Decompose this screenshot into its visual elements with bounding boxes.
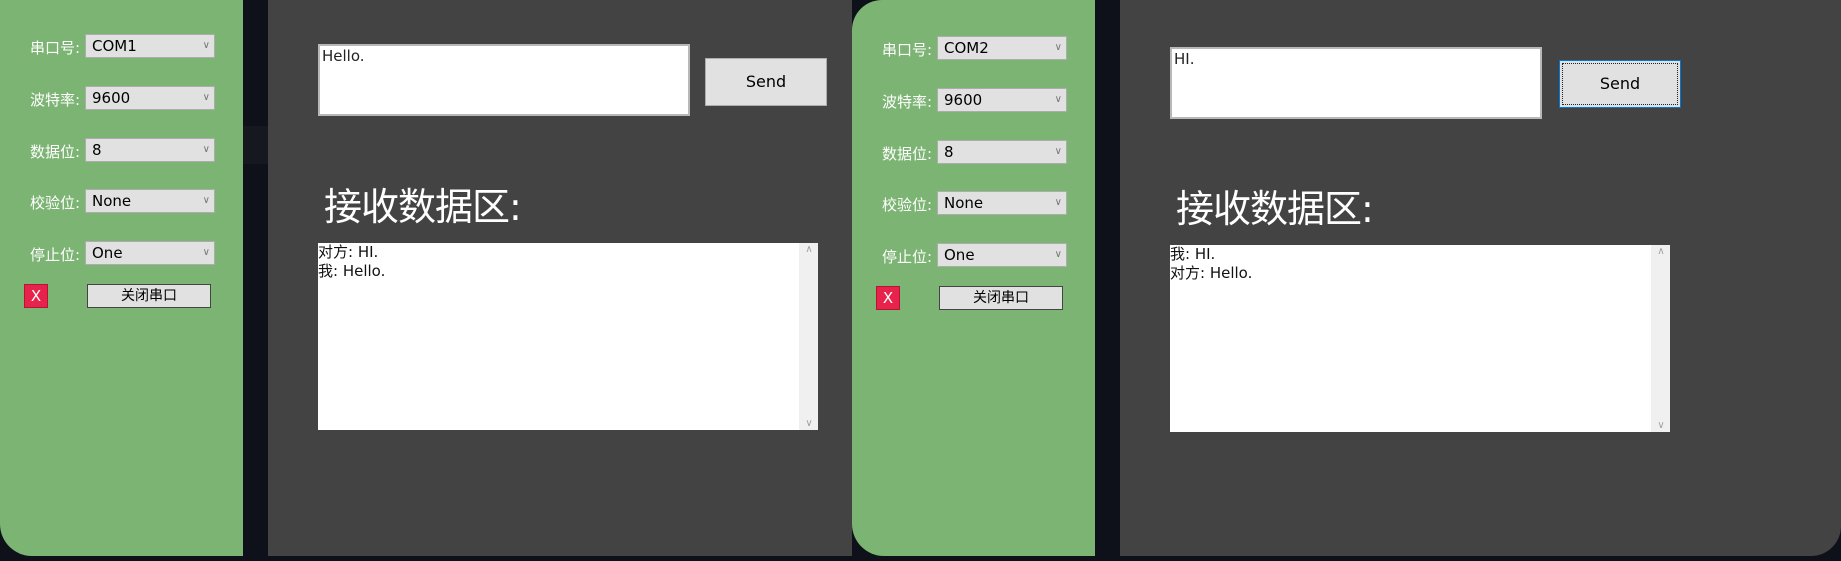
scroll-down-icon[interactable]: ∨	[800, 418, 818, 429]
serial-window-1: 串口号: COM1 ∨ 波特率: 9600 ∨ 数据位: 8 ∨ 校验位: None ∨…	[0, 0, 852, 556]
receive-area[interactable]: 对方: HI. 我: Hello. ∧ ∨	[318, 243, 818, 430]
send-button[interactable]: Send	[705, 58, 827, 106]
port-label: 串口号:	[30, 39, 81, 57]
chevron-down-icon: ∨	[202, 247, 210, 258]
chevron-down-icon: ∨	[1054, 94, 1062, 105]
port-select[interactable]: COM1 ∨	[85, 34, 215, 58]
port-status-indicator[interactable]: X	[24, 284, 48, 308]
received-line: 我: Hello.	[318, 262, 386, 280]
background-strip	[243, 126, 268, 164]
scroll-up-icon[interactable]: ∧	[1652, 246, 1670, 257]
main-pane: Hello. Send 接收数据区: 对方: HI. 我: Hello. ∧ ∨	[268, 0, 852, 556]
serial-window-2: 串口号: COM2 ∨ 波特率: 9600 ∨ 数据位: 8 ∨ 校验位: None ∨…	[852, 0, 1841, 556]
scroll-down-icon[interactable]: ∨	[1652, 420, 1670, 431]
chevron-down-icon: ∨	[202, 40, 210, 51]
databits-select[interactable]: 8 ∨	[85, 138, 215, 162]
chevron-down-icon: ∨	[1054, 249, 1062, 260]
main-pane: HI. Send 接收数据区: 我: HI. 对方: Hello. ∧ ∨	[1120, 0, 1841, 556]
parity-label: 校验位:	[30, 194, 81, 212]
parity-label: 校验位:	[882, 196, 933, 214]
close-port-button[interactable]: 关闭串口	[939, 286, 1063, 310]
stopbits-select[interactable]: One ∨	[937, 243, 1067, 267]
stopbits-label: 停止位:	[30, 246, 81, 264]
scrollbar[interactable]: ∧ ∨	[1651, 245, 1670, 432]
port-label: 串口号:	[882, 41, 933, 59]
send-input[interactable]: HI.	[1170, 47, 1542, 119]
chevron-down-icon: ∨	[1054, 146, 1062, 157]
received-line: 对方: Hello.	[1170, 264, 1253, 282]
stopbits-select[interactable]: One ∨	[85, 241, 215, 265]
chevron-down-icon: ∨	[1054, 42, 1062, 53]
close-port-button[interactable]: 关闭串口	[87, 284, 211, 308]
stopbits-label: 停止位:	[882, 248, 933, 266]
scrollbar[interactable]: ∧ ∨	[799, 243, 818, 430]
baud-label: 波特率:	[30, 91, 81, 109]
databits-select[interactable]: 8 ∨	[937, 140, 1067, 164]
parity-select[interactable]: None ∨	[85, 189, 215, 213]
receive-title: 接收数据区:	[324, 185, 522, 229]
databits-label: 数据位:	[882, 145, 933, 163]
chevron-down-icon: ∨	[202, 92, 210, 103]
chevron-down-icon: ∨	[202, 195, 210, 206]
receive-title: 接收数据区:	[1176, 187, 1374, 231]
chevron-down-icon: ∨	[202, 144, 210, 155]
databits-label: 数据位:	[30, 143, 81, 161]
received-line: 我: HI.	[1170, 245, 1216, 263]
settings-sidebar: 串口号: COM2 ∨ 波特率: 9600 ∨ 数据位: 8 ∨ 校验位: None ∨…	[852, 0, 1095, 556]
port-status-indicator[interactable]: X	[876, 286, 900, 310]
baud-label: 波特率:	[882, 93, 933, 111]
baud-select[interactable]: 9600 ∨	[937, 88, 1067, 112]
receive-area[interactable]: 我: HI. 对方: Hello. ∧ ∨	[1170, 245, 1670, 432]
send-button[interactable]: Send	[1559, 60, 1681, 108]
received-line: 对方: HI.	[318, 243, 379, 261]
parity-select[interactable]: None ∨	[937, 191, 1067, 215]
scroll-up-icon[interactable]: ∧	[800, 244, 818, 255]
baud-select[interactable]: 9600 ∨	[85, 86, 215, 110]
chevron-down-icon: ∨	[1054, 197, 1062, 208]
settings-sidebar: 串口号: COM1 ∨ 波特率: 9600 ∨ 数据位: 8 ∨ 校验位: None ∨…	[0, 0, 243, 556]
port-select[interactable]: COM2 ∨	[937, 36, 1067, 60]
send-input[interactable]: Hello.	[318, 44, 690, 116]
